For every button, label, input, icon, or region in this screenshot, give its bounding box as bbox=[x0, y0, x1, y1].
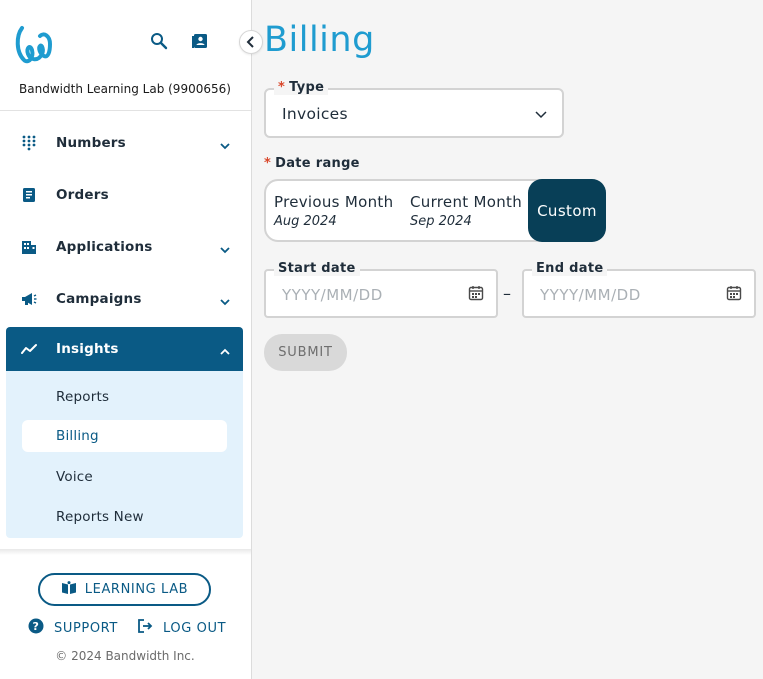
logout-link[interactable]: LOG OUT bbox=[137, 618, 226, 638]
range-option-sub: Aug 2024 bbox=[274, 213, 337, 229]
copyright-text: © 2024 Bandwidth Inc. bbox=[55, 649, 195, 663]
start-date-placeholder: YYYY/MM/DD bbox=[282, 286, 383, 304]
support-label: SUPPORT bbox=[54, 620, 118, 636]
range-option-label: Current Month bbox=[410, 192, 523, 211]
type-label-text: Type bbox=[289, 80, 325, 95]
book-icon bbox=[61, 580, 77, 599]
nav-item-insights[interactable]: Insights bbox=[6, 327, 243, 371]
nav-item-numbers[interactable]: Numbers bbox=[6, 121, 243, 165]
start-date-label: Start date bbox=[274, 261, 360, 276]
nav-item-applications[interactable]: Applications bbox=[6, 225, 243, 269]
logout-label: LOG OUT bbox=[163, 620, 227, 636]
divider bbox=[0, 110, 251, 111]
trend-line-icon bbox=[20, 340, 38, 358]
account-name: Bandwidth Learning Lab (9900656) bbox=[19, 82, 231, 96]
collapse-sidebar-button[interactable] bbox=[239, 30, 263, 54]
chevron-up-icon bbox=[219, 343, 231, 355]
building-icon bbox=[20, 238, 38, 256]
support-link[interactable]: ? SUPPORT bbox=[28, 618, 118, 638]
nav-label-campaigns: Campaigns bbox=[56, 291, 142, 307]
learning-lab-label: LEARNING LAB bbox=[84, 582, 189, 597]
nav-item-orders[interactable]: Orders bbox=[6, 173, 243, 217]
megaphone-icon bbox=[20, 290, 38, 308]
type-select[interactable]: Invoices bbox=[264, 88, 564, 138]
required-mark: * bbox=[278, 80, 286, 95]
submenu-item-reports-new[interactable]: Reports New bbox=[22, 501, 227, 533]
nav-item-campaigns[interactable]: Campaigns bbox=[6, 277, 243, 321]
learning-lab-button[interactable]: LEARNING LAB bbox=[38, 573, 211, 606]
type-select-value: Invoices bbox=[282, 105, 348, 123]
nav-label-insights: Insights bbox=[56, 341, 119, 357]
date-range-label-text: Date range bbox=[275, 156, 360, 171]
clipboard-icon bbox=[20, 186, 38, 204]
range-option-current-month[interactable]: Current Month Sep 2024 bbox=[402, 181, 528, 240]
insights-submenu: Reports Billing Voice Reports New bbox=[6, 371, 243, 538]
start-date-input[interactable]: YYYY/MM/DD bbox=[264, 269, 498, 318]
calendar-icon[interactable] bbox=[726, 285, 742, 301]
chevron-left-icon bbox=[246, 33, 256, 52]
range-option-label: Previous Month bbox=[274, 192, 394, 211]
contacts-book-icon[interactable] bbox=[191, 32, 211, 52]
grid-dots-icon bbox=[20, 134, 38, 152]
submit-button[interactable]: SUBMIT bbox=[264, 334, 347, 371]
submenu-item-billing[interactable]: Billing bbox=[22, 420, 227, 452]
footer-divider bbox=[0, 549, 251, 555]
page-title: Billing bbox=[264, 20, 375, 60]
chevron-down-icon bbox=[534, 106, 548, 120]
nav-label-numbers: Numbers bbox=[56, 135, 126, 151]
date-range-label: * Date range bbox=[260, 156, 364, 171]
end-date-label: End date bbox=[532, 261, 608, 276]
chevron-down-icon bbox=[219, 137, 231, 150]
nav-label-applications: Applications bbox=[56, 239, 153, 255]
chevron-down-icon bbox=[219, 241, 231, 254]
search-icon[interactable] bbox=[150, 32, 170, 52]
sidebar: Bandwidth Learning Lab (9900656) Numbers… bbox=[0, 0, 252, 679]
chevron-down-icon bbox=[219, 293, 231, 306]
help-circle-icon: ? bbox=[28, 618, 44, 638]
nav-label-orders: Orders bbox=[56, 187, 109, 203]
svg-text:?: ? bbox=[33, 620, 40, 633]
range-option-sub: Sep 2024 bbox=[410, 213, 472, 229]
required-mark: * bbox=[264, 156, 272, 171]
submenu-item-voice[interactable]: Voice bbox=[22, 461, 227, 493]
calendar-icon[interactable] bbox=[468, 285, 484, 301]
logout-icon bbox=[137, 618, 153, 638]
range-option-previous-month[interactable]: Previous Month Aug 2024 bbox=[266, 181, 402, 240]
end-date-placeholder: YYYY/MM/DD bbox=[540, 286, 641, 304]
range-option-custom[interactable]: Custom bbox=[528, 179, 606, 242]
submenu-item-reports[interactable]: Reports bbox=[22, 381, 227, 413]
date-range-toggle-group: Previous Month Aug 2024 Current Month Se… bbox=[264, 179, 606, 242]
type-label: * Type bbox=[274, 80, 329, 95]
bandwidth-logo-icon[interactable] bbox=[14, 22, 54, 66]
date-separator: – bbox=[503, 284, 511, 303]
end-date-input[interactable]: YYYY/MM/DD bbox=[522, 269, 756, 318]
